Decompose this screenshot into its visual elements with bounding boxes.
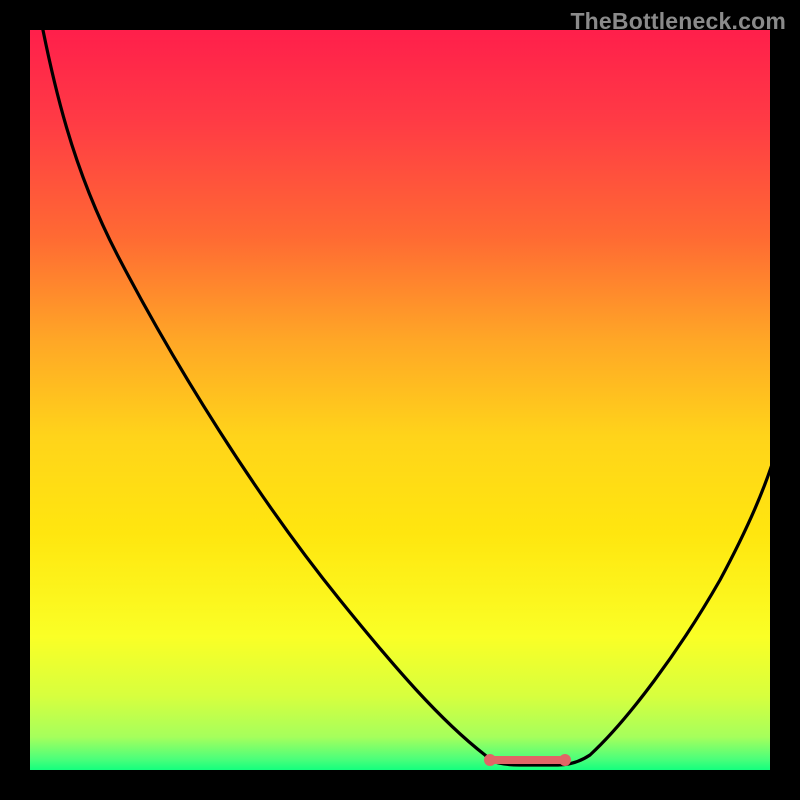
chart-stage: TheBottleneck.com — [0, 0, 800, 800]
watermark: TheBottleneck.com — [570, 8, 786, 35]
chart-svg — [0, 0, 800, 800]
marker-bar — [490, 756, 565, 764]
marker-dot-right — [559, 754, 571, 766]
plot-gradient — [30, 30, 770, 770]
